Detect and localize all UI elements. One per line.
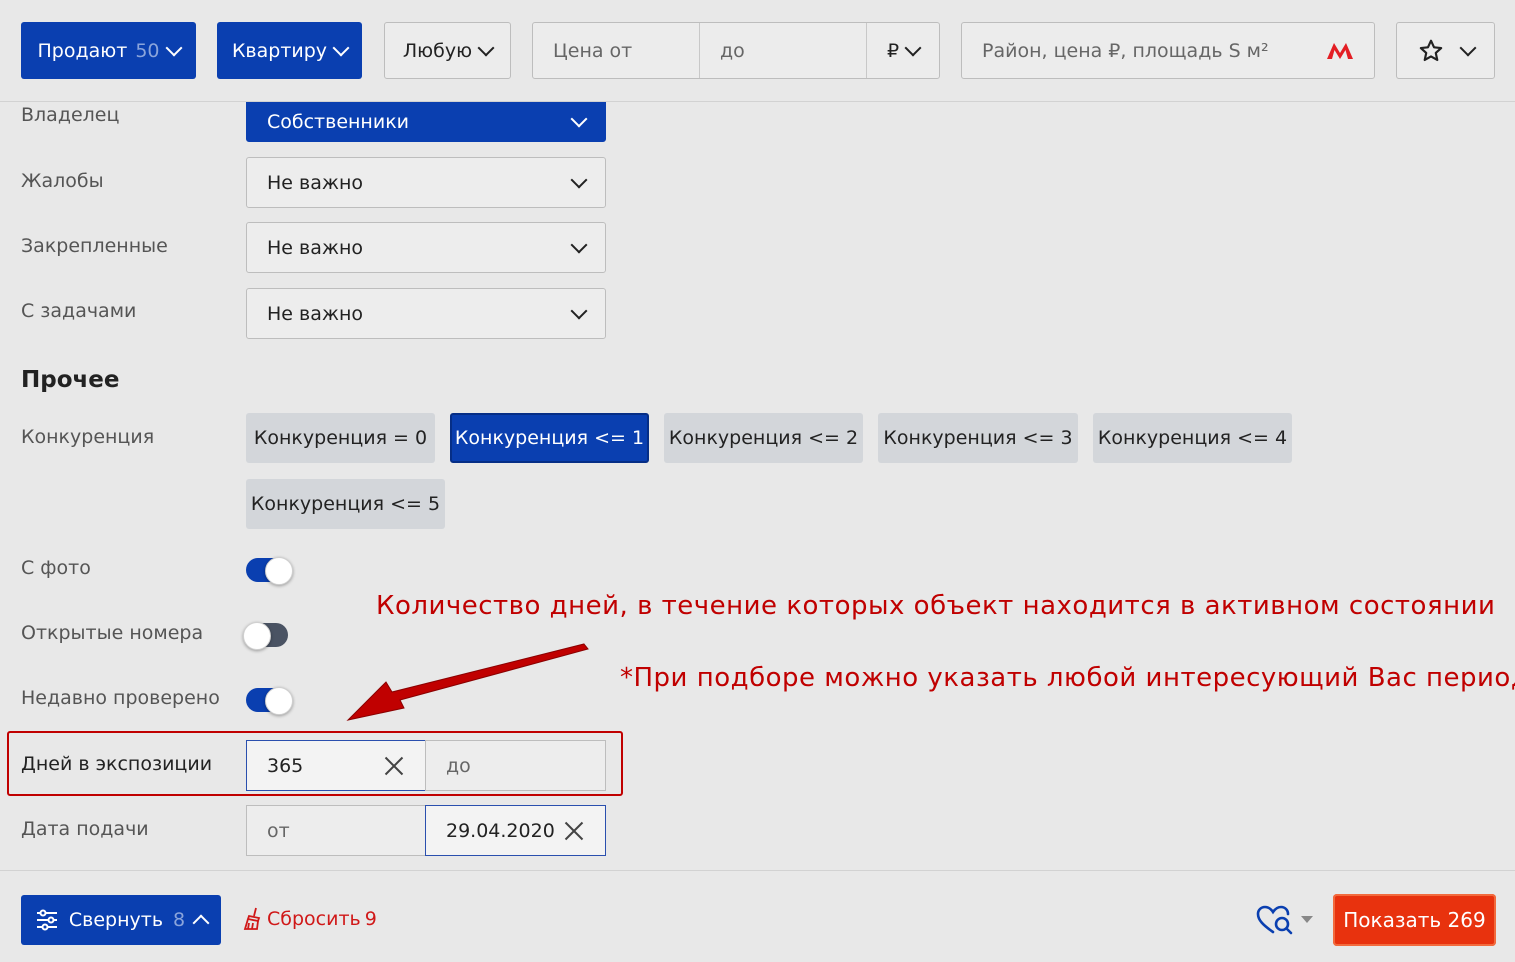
owner-select[interactable]: Собственники: [246, 102, 606, 142]
favorites-button[interactable]: [1396, 22, 1495, 79]
chevron-down-icon: [165, 39, 182, 56]
star-icon: [1419, 39, 1442, 61]
chevron-down-icon: [904, 39, 922, 56]
section-title: Прочее: [21, 367, 120, 393]
days-to-input[interactable]: до: [425, 740, 606, 791]
days-to-placeholder: до: [446, 754, 471, 777]
price-to-placeholder: до: [720, 39, 745, 62]
submit-date-label: Дата подачи: [21, 818, 149, 840]
currency-label: ₽: [886, 39, 900, 62]
search-input[interactable]: Район, цена ₽, площадь S м²: [961, 22, 1375, 79]
competition-chip-3[interactable]: Конкуренция <= 3: [878, 413, 1078, 463]
pinned-value: Не важно: [267, 236, 364, 259]
date-to-input[interactable]: 29.04.2020: [425, 805, 606, 856]
property-type-button[interactable]: Квартиру: [217, 22, 362, 79]
deal-type-button[interactable]: Продают 50: [21, 22, 196, 79]
days-from-input[interactable]: 365: [246, 740, 426, 791]
days-from-value: 365: [267, 754, 304, 777]
saved-search-button[interactable]: [1255, 902, 1317, 938]
price-to-input[interactable]: до: [700, 23, 866, 78]
heart-search-icon: [1256, 905, 1293, 935]
property-type-label: Квартиру: [231, 39, 328, 62]
reset-label: Сбросить: [267, 908, 361, 930]
filters-icon: [36, 909, 57, 931]
chevron-down-icon: [332, 39, 350, 56]
with-photo-label: С фото: [21, 557, 91, 579]
days-exposure-label: Дней в экспозиции: [21, 753, 213, 775]
complaints-value: Не важно: [267, 171, 364, 194]
date-from-input[interactable]: от: [246, 805, 426, 856]
search-placeholder: Район, цена ₽, площадь S м²: [982, 39, 1269, 62]
deal-type-label: Продают: [37, 39, 128, 62]
date-from-placeholder: от: [267, 819, 290, 842]
competition-label: Конкуренция: [21, 426, 155, 448]
chevron-down-icon: [477, 39, 495, 56]
price-from-input[interactable]: Цена от: [533, 23, 699, 78]
recently-checked-toggle[interactable]: [246, 687, 293, 715]
chevron-down-icon: [570, 236, 588, 253]
competition-chip-1[interactable]: Конкуренция <= 1: [450, 413, 649, 463]
chevron-down-icon: [570, 302, 588, 319]
date-to-value: 29.04.2020: [446, 819, 555, 842]
show-results-button[interactable]: Показать 269: [1333, 894, 1496, 946]
chevron-down-icon: [1459, 39, 1476, 56]
with-photo-toggle[interactable]: [246, 557, 293, 585]
collapse-label: Свернуть: [68, 909, 164, 931]
rooms-select[interactable]: Любую: [384, 22, 511, 79]
chevron-down-icon: [570, 110, 588, 128]
open-numbers-label: Открытые номера: [21, 622, 204, 644]
deal-type-count: 50: [135, 39, 160, 62]
toggle-knob: [265, 687, 293, 715]
metro-icon: [1327, 42, 1353, 59]
competition-chip-2[interactable]: Конкуренция <= 2: [664, 413, 863, 463]
competition-chip-0[interactable]: Конкуренция = 0: [246, 413, 435, 463]
toggle-knob: [243, 622, 271, 650]
tasks-select[interactable]: Не важно: [246, 288, 606, 339]
tasks-label: С задачами: [21, 300, 137, 322]
toggle-knob: [265, 557, 293, 585]
currency-select[interactable]: ₽: [867, 23, 939, 78]
broom-icon: [243, 907, 261, 930]
annotation-note: *При подборе можно указать любой интерес…: [620, 663, 1515, 693]
competition-chip-5[interactable]: Конкуренция <= 5: [246, 479, 445, 529]
annotation-main: Количество дней, в течение которых объек…: [376, 591, 1496, 621]
price-range: Цена от до ₽: [532, 22, 940, 79]
owner-value: Собственники: [267, 111, 410, 133]
rooms-label: Любую: [402, 39, 473, 62]
chevron-down-icon: [570, 171, 588, 188]
clear-icon[interactable]: [383, 755, 405, 777]
collapse-count: 8: [173, 909, 186, 931]
tasks-value: Не важно: [267, 302, 364, 325]
chevron-up-icon: [192, 914, 210, 932]
pinned-label: Закрепленные: [21, 235, 168, 257]
caret-down-icon: [1301, 916, 1313, 923]
annotation-arrow-icon: [346, 643, 589, 721]
complaints-label: Жалобы: [21, 170, 104, 192]
open-numbers-toggle[interactable]: [243, 622, 288, 650]
owner-label: Владелец: [21, 104, 120, 126]
complaints-select[interactable]: Не важно: [246, 157, 606, 208]
recently-checked-label: Недавно проверено: [21, 687, 220, 709]
clear-icon[interactable]: [563, 820, 585, 842]
reset-button[interactable]: Сбросить 9: [243, 907, 377, 931]
collapse-button[interactable]: Свернуть 8: [21, 895, 221, 945]
competition-chip-4[interactable]: Конкуренция <= 4: [1093, 413, 1292, 463]
reset-count: 9: [364, 908, 377, 930]
price-from-placeholder: Цена от: [553, 39, 633, 62]
pinned-select[interactable]: Не важно: [246, 222, 606, 273]
